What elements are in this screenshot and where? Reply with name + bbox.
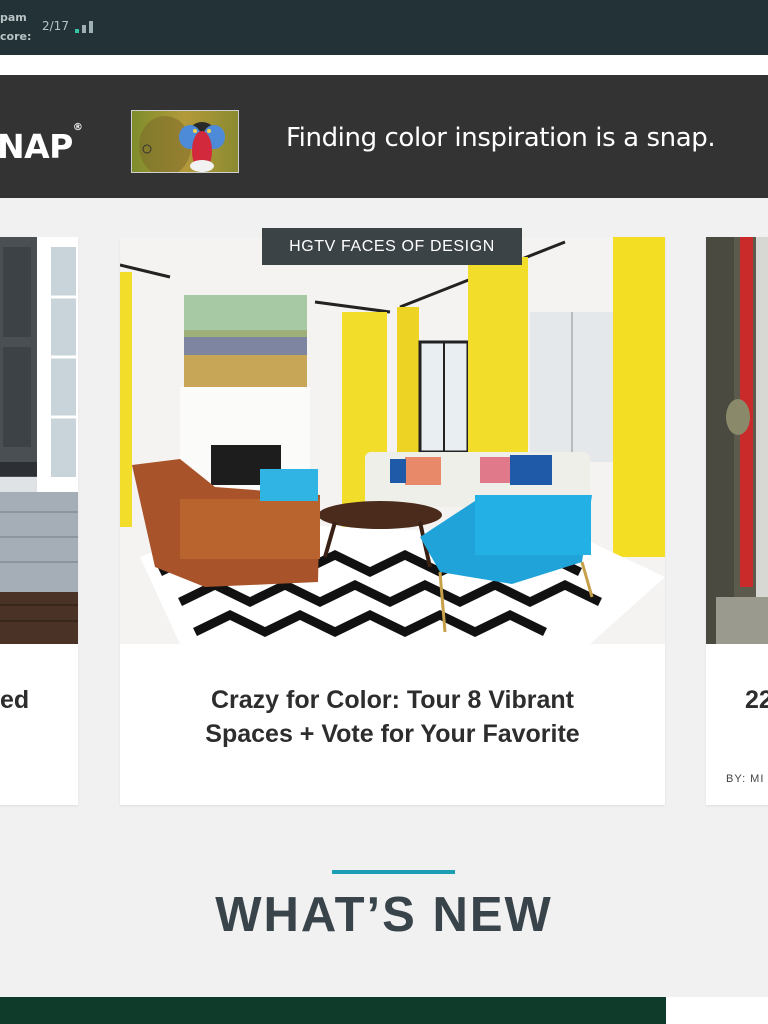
article-card-right-title[interactable]: 22 [745, 683, 768, 717]
article-card-right-byline: BY: MI [726, 773, 765, 785]
ad-thumbnail-image[interactable] [131, 110, 239, 173]
section-title: WHAT’S NEW [215, 888, 553, 942]
ad-tagline: Finding color inspiration is a snap. [286, 123, 716, 153]
article-card-right[interactable]: 22 BY: MI [706, 237, 768, 805]
ad-logo: NAP® [0, 122, 83, 166]
status-labels: pam core: [0, 8, 31, 46]
article-card-center[interactable]: Crazy for Color: Tour 8 Vibrant Spaces +… [120, 237, 665, 805]
score-value: 2/17 [42, 19, 69, 33]
article-card-right-image [706, 237, 768, 644]
article-card-center-title-line-2: Spaces + Vote for Your Favorite [205, 720, 580, 748]
article-card-left-image [0, 237, 78, 644]
ad-logo-mark: ® [72, 122, 83, 133]
section-accent-rule [332, 870, 455, 874]
status-label-line-1: pam [0, 11, 27, 24]
next-section-side [666, 997, 768, 1024]
header-gap [0, 55, 768, 75]
next-section-image[interactable] [0, 997, 666, 1024]
ad-logo-text: NAP [0, 127, 73, 166]
article-card-left-title[interactable]: ed [0, 683, 29, 717]
article-card-left[interactable]: ed [0, 237, 78, 805]
article-card-center-title[interactable]: Crazy for Color: Tour 8 Vibrant Spaces +… [120, 683, 665, 751]
article-card-center-title-line-1: Crazy for Color: Tour 8 Vibrant [210, 686, 574, 714]
article-card-center-image[interactable] [120, 237, 665, 644]
signal-bars-icon [75, 19, 101, 33]
status-label-line-2: core: [0, 30, 32, 43]
status-bar: pam core: 2/17 [0, 0, 768, 55]
category-badge[interactable]: HGTV FACES OF DESIGN [262, 228, 522, 265]
ad-banner[interactable]: NAP® Finding color inspiration is a snap… [0, 75, 768, 198]
